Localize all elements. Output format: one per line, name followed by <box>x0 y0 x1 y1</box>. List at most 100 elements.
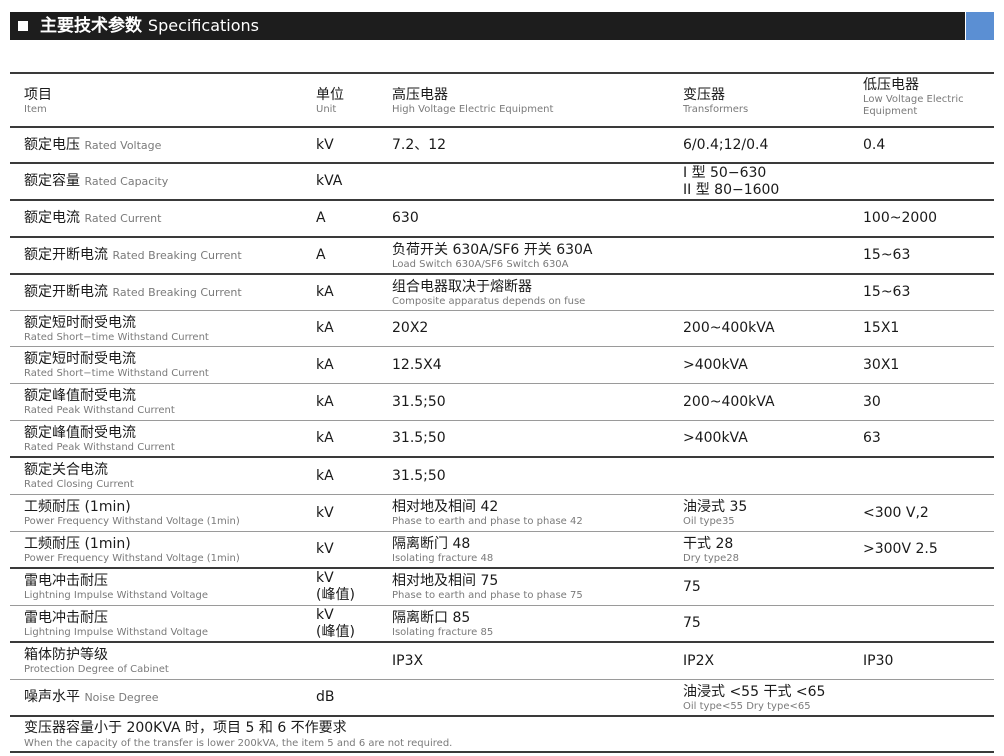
row-tr: 200~400kVA <box>683 320 775 336</box>
row-hv: 7.2、12 <box>392 136 447 153</box>
table-row: 额定峰值耐受电流 Rated Peak Withstand Current kA… <box>10 421 994 458</box>
row-hv: 31.5;50 <box>392 467 446 484</box>
row-unit-2: (峰值) <box>316 623 355 640</box>
row-unit: kV <box>316 504 334 521</box>
header-hv: 高压电器 High Voltage Electric Equipment <box>392 76 677 126</box>
row-item-zh: 雷电冲击耐压 <box>24 573 108 589</box>
bullet-square-icon <box>18 21 28 31</box>
note-zh: 变压器容量小于 200KVA 时，项目 5 和 6 不作要求 <box>24 720 347 736</box>
row-unit: kA <box>316 356 334 373</box>
row-lv: >300V 2.5 <box>863 541 938 557</box>
table-row: 额定开断电流 Rated Breaking Current A 负荷开关 630… <box>10 238 994 275</box>
row-hv: 隔离断口 85 <box>392 609 471 626</box>
table-row: 雷电冲击耐压 Lightning Impulse Withstand Volta… <box>10 569 994 606</box>
header-unit-en: Unit <box>316 104 337 115</box>
row-unit: kV <box>316 570 334 586</box>
row-hv-en: Isolating fracture 48 <box>392 552 494 564</box>
header-item: 项目 Item <box>24 76 314 126</box>
row-hv: 组合电器取决于熔断器 <box>392 278 532 295</box>
row-item-zh: 额定关合电流 <box>24 462 108 478</box>
row-item-zh: 额定短时耐受电流 <box>24 314 136 331</box>
row-tr: 6/0.4;12/0.4 <box>683 136 769 153</box>
section-banner: 主要技术参数 Specifications <box>10 12 994 40</box>
table-row: 额定电流 Rated Current A 630 100~2000 <box>10 201 994 238</box>
section-title: 主要技术参数 Specifications <box>40 15 259 37</box>
row-unit: kA <box>316 284 334 300</box>
row-unit: kA <box>316 430 334 446</box>
row-hv: 12.5X4 <box>392 356 442 373</box>
row-item-en: Rated Peak Withstand Current <box>24 441 175 453</box>
row-tr: IP2X <box>683 652 715 669</box>
table-row: 额定峰值耐受电流 Rated Peak Withstand Current kA… <box>10 384 994 421</box>
row-hv: 20X2 <box>392 320 429 336</box>
row-hv-en: Load Switch 630A/SF6 Switch 630A <box>392 258 569 270</box>
row-lv: 30X1 <box>863 356 900 373</box>
row-item-zh: 箱体防护等级 <box>24 647 108 663</box>
row-item-en: Rated Peak Withstand Current <box>24 405 175 416</box>
row-tr: 200~400kVA <box>683 393 775 410</box>
note-en: When the capacity of the transfer is low… <box>24 738 453 749</box>
row-tr-en: Dry type28 <box>683 552 739 564</box>
row-tr: 油浸式 <55 干式 <65 <box>683 683 826 700</box>
row-unit: kV <box>316 136 334 153</box>
row-item-zh: 额定开断电流 <box>24 284 108 300</box>
row-lv: IP30 <box>863 652 894 669</box>
header-hv-en: High Voltage Electric Equipment <box>392 104 554 115</box>
row-hv: 31.5;50 <box>392 393 446 410</box>
table-row: 额定容量 Rated Capacity kVA I 型 50−630 II 型 … <box>10 164 994 201</box>
section-title-en: Specifications <box>147 16 259 35</box>
row-item-en: Rated Voltage <box>84 138 162 152</box>
header-hv-zh: 高压电器 <box>392 87 448 103</box>
row-tr: I 型 50−630 <box>683 164 767 181</box>
row-unit: kA <box>316 393 334 410</box>
row-lv: 30 <box>863 393 881 410</box>
header-tr-zh: 变压器 <box>683 87 725 103</box>
section-title-zh: 主要技术参数 <box>40 16 142 36</box>
header-lv-zh: 低压电器 <box>863 77 919 93</box>
row-tr: >400kVA <box>683 356 748 373</box>
table-row: 噪声水平 Noise Degree dB 油浸式 <55 干式 <65 Oil … <box>10 680 994 717</box>
row-tr: 75 <box>683 578 701 595</box>
row-hv-en: Phase to earth and phase to phase 75 <box>392 590 583 601</box>
row-item-en: Power Frequency Withstand Voltage (1min) <box>24 516 240 527</box>
row-lv: 15~63 <box>863 247 911 263</box>
table-row: 箱体防护等级 Protection Degree of Cabinet IP3X… <box>10 643 994 680</box>
header-item-zh: 项目 <box>24 87 52 103</box>
table-row: 工频耐压 (1min) Power Frequency Withstand Vo… <box>10 532 994 569</box>
header-unit-zh: 单位 <box>316 87 344 103</box>
row-item-en: Power Frequency Withstand Voltage (1min) <box>24 552 240 564</box>
row-item-en: Lightning Impulse Withstand Voltage <box>24 590 208 601</box>
row-tr: 干式 28 <box>683 535 734 552</box>
row-unit: kA <box>316 320 334 336</box>
row-hv-en: Composite apparatus depends on fuse <box>392 295 586 307</box>
table-row: 额定电压 Rated Voltage kV 7.2、12 6/0.4;12/0.… <box>10 128 994 164</box>
header-lv: 低压电器 Low Voltage Electric Equipment <box>863 73 993 123</box>
row-item-zh: 工频耐压 (1min) <box>24 499 131 515</box>
row-lv: <300 V,2 <box>863 504 929 521</box>
row-unit: kVA <box>316 173 343 189</box>
row-lv: 100~2000 <box>863 210 938 226</box>
row-item-zh: 雷电冲击耐压 <box>24 609 108 626</box>
row-lv: 15~63 <box>863 284 911 300</box>
row-lv: 0.4 <box>863 136 886 153</box>
row-item-zh: 额定电流 <box>24 210 80 226</box>
header-lv-en2: Equipment <box>863 106 918 117</box>
row-item-zh: 额定容量 <box>24 173 80 189</box>
banner-bar: 主要技术参数 Specifications <box>10 12 965 40</box>
row-unit: kV <box>316 541 334 557</box>
row-unit: kV <box>316 606 334 623</box>
header-tr-en: Transformers <box>683 104 749 115</box>
row-item-zh: 噪声水平 <box>24 689 80 705</box>
row-hv: 相对地及相间 42 <box>392 499 499 515</box>
table-row: 额定开断电流 Rated Breaking Current kA 组合电器取决于… <box>10 275 994 311</box>
row-item-en: Rated Short−time Withstand Current <box>24 331 209 343</box>
row-unit-2: (峰值) <box>316 587 355 603</box>
row-item-en: Rated Short−time Withstand Current <box>24 368 209 379</box>
row-unit: dB <box>316 689 335 705</box>
row-item-en: Noise Degree <box>84 691 159 704</box>
table-top-rule <box>10 72 994 74</box>
header-transformer: 变压器 Transformers <box>683 76 855 126</box>
row-lv: 63 <box>863 430 881 446</box>
row-hv-en: Isolating fracture 85 <box>392 626 494 638</box>
table-header: 项目 Item 单位 Unit 高压电器 High Voltage Electr… <box>10 76 994 126</box>
